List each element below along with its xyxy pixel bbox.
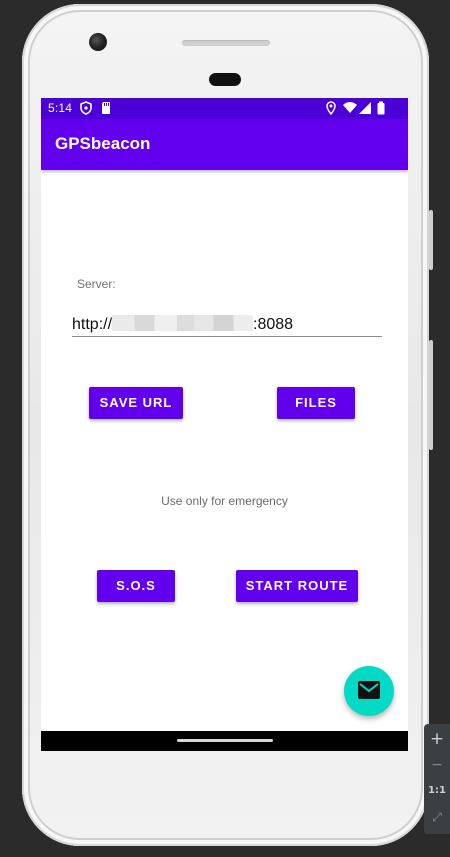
emulator-side-toolbar: + − 1:1 ⤢ xyxy=(424,724,450,834)
navigation-bar xyxy=(41,731,408,751)
url-prefix: http:// xyxy=(72,316,113,333)
mail-icon xyxy=(358,681,380,699)
start-route-button[interactable]: START ROUTE xyxy=(236,570,358,602)
zoom-actual-size-button[interactable]: 1:1 xyxy=(424,779,450,803)
volume-button[interactable] xyxy=(429,340,433,450)
home-gesture-handle[interactable] xyxy=(177,739,273,742)
save-url-button[interactable]: SAVE URL xyxy=(89,387,183,419)
files-button[interactable]: FILES xyxy=(277,387,355,419)
app-toolbar: GPSbeacon xyxy=(41,119,408,170)
shield-icon xyxy=(79,101,93,115)
wifi-icon xyxy=(343,101,357,115)
emergency-hint: Use only for emergency xyxy=(161,494,288,508)
server-url-value: http:// :8088 xyxy=(72,315,293,334)
proximity-sensor xyxy=(209,73,241,86)
status-time: 5:14 xyxy=(48,101,73,115)
sos-button[interactable]: S.O.S xyxy=(97,570,175,602)
url-suffix: :8088 xyxy=(253,316,294,333)
battery-icon xyxy=(374,101,388,115)
signal-icon xyxy=(358,101,372,115)
front-camera xyxy=(89,33,107,51)
fit-screen-button[interactable]: ⤢ xyxy=(424,805,450,829)
power-button[interactable] xyxy=(429,210,433,270)
status-bar: 5:14 xyxy=(41,98,408,119)
redacted-host xyxy=(112,315,254,331)
email-fab[interactable] xyxy=(344,666,394,716)
earpiece-speaker xyxy=(182,40,270,46)
zoom-in-button[interactable]: + xyxy=(424,727,450,751)
app-title: GPSbeacon xyxy=(55,134,151,153)
zoom-out-button[interactable]: − xyxy=(424,753,450,777)
device-screen: 5:14 GPSbeacon Server: http:// :8088 SAVE… xyxy=(41,98,408,751)
server-label: Server: xyxy=(77,277,116,291)
location-icon xyxy=(324,101,338,116)
sd-card-icon xyxy=(99,101,113,115)
